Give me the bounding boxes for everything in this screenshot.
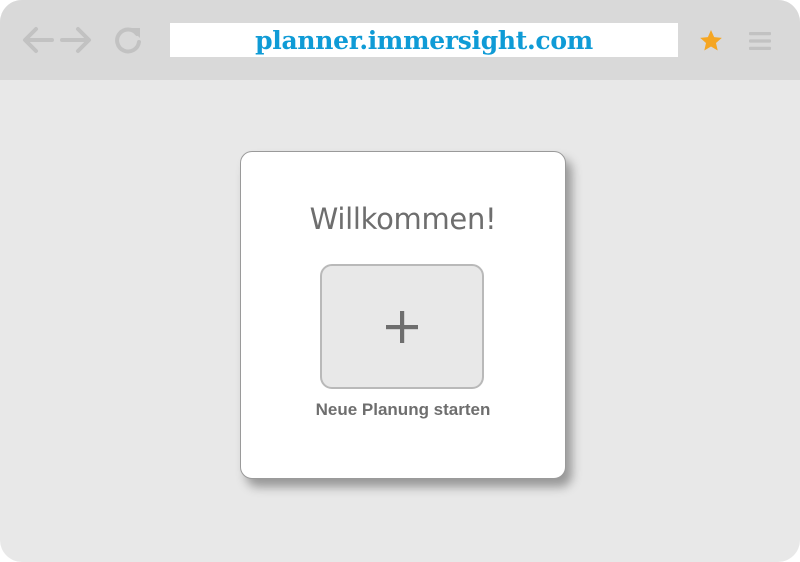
reload-icon	[115, 27, 141, 54]
url-text: planner.immersight.com	[255, 25, 593, 55]
new-plan-button[interactable]	[320, 264, 484, 389]
star-icon	[700, 29, 722, 51]
browser-menu-button[interactable]	[746, 27, 774, 55]
back-button[interactable]	[20, 22, 56, 58]
welcome-card: Willkommen! Neue Planung starten	[240, 151, 566, 479]
new-plan-label[interactable]: Neue Planung starten	[241, 400, 565, 420]
hamburger-menu-icon	[749, 32, 771, 50]
welcome-title: Willkommen!	[309, 202, 497, 236]
plus-icon	[386, 310, 418, 343]
address-bar[interactable]: planner.immersight.com	[170, 23, 678, 57]
arrow-right-icon	[60, 27, 91, 53]
browser-window: planner.immersight.com Willkommen! Neue …	[0, 0, 800, 562]
forward-button[interactable]	[58, 22, 94, 58]
arrow-left-icon	[23, 27, 54, 53]
reload-button[interactable]	[110, 22, 146, 58]
browser-toolbar: planner.immersight.com	[0, 0, 800, 80]
bookmark-button[interactable]	[697, 27, 725, 55]
